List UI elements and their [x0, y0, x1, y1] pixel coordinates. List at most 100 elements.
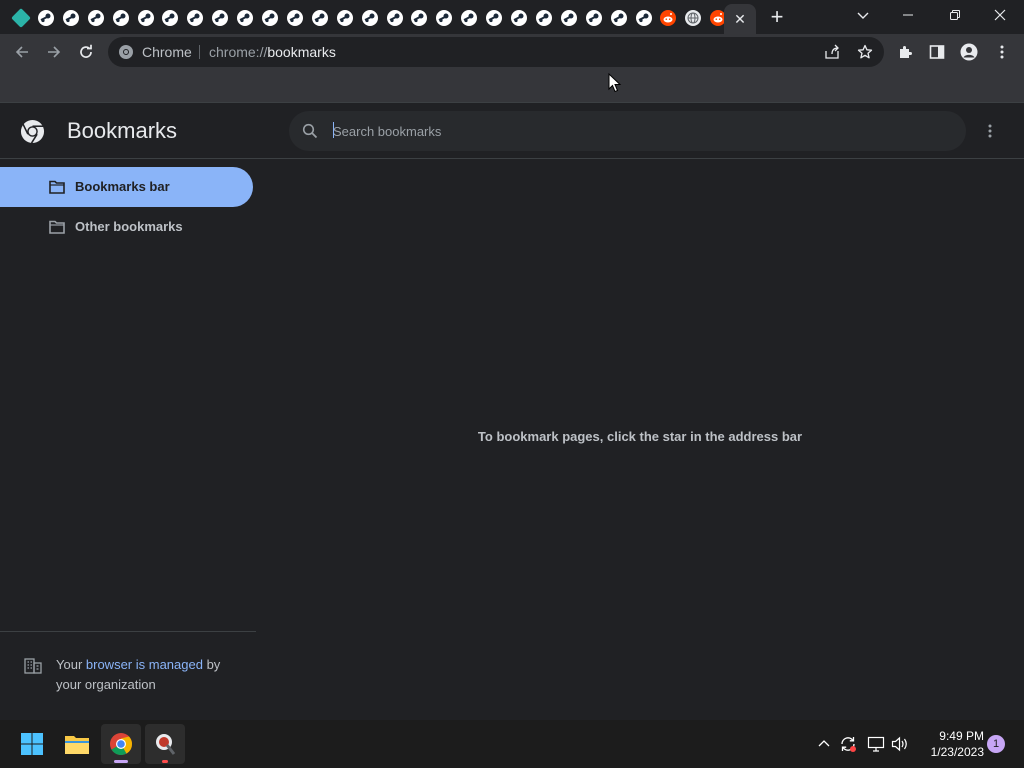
steam-icon [386, 10, 403, 26]
network-icon [867, 736, 885, 752]
browser-tab[interactable] [134, 6, 158, 30]
steam-icon [336, 10, 353, 26]
omnibox-divider [199, 45, 200, 59]
close-window-button[interactable] [978, 0, 1022, 30]
managed-prefix: Your [56, 657, 86, 672]
browser-managed-link[interactable]: browser is managed [86, 657, 203, 672]
folder-icon [65, 736, 89, 754]
chrome-site-icon [119, 45, 133, 59]
profile-icon [960, 43, 978, 61]
notification-badge[interactable]: 1 [987, 735, 1005, 753]
share-button[interactable] [824, 44, 840, 65]
restore-icon [950, 10, 960, 20]
browser-tab[interactable] [656, 6, 680, 30]
search-bookmarks[interactable] [289, 111, 966, 151]
chrome-icon [110, 733, 132, 755]
sidebar-item-label: Bookmarks bar [75, 179, 170, 194]
browser-tab[interactable] [59, 6, 83, 30]
omnibox-site-chip: Chrome [142, 44, 192, 60]
browser-tab[interactable] [383, 6, 407, 30]
volume-tray-button[interactable] [890, 734, 910, 754]
browser-tab[interactable] [84, 6, 108, 30]
browser-tab[interactable] [507, 6, 531, 30]
browser-tab[interactable] [183, 6, 207, 30]
folder-icon [49, 220, 65, 234]
back-button[interactable] [8, 38, 36, 66]
steam-icon [635, 10, 652, 26]
bookmark-star-button[interactable] [857, 44, 873, 65]
running-indicator [162, 760, 168, 763]
minimize-button[interactable] [886, 0, 930, 30]
screen: ✕ + Chrome chrome://bookmarks Bookmarks … [0, 0, 1024, 768]
steam-icon [511, 10, 527, 26]
active-tab[interactable]: ✕ [724, 4, 756, 34]
forward-button[interactable] [40, 38, 68, 66]
new-tab-button[interactable]: + [765, 5, 789, 29]
browser-tab[interactable] [607, 6, 631, 30]
kebab-menu-icon [1000, 45, 1004, 59]
browser-tab[interactable] [358, 6, 382, 30]
browser-toolbar: Chrome chrome://bookmarks [0, 34, 1024, 70]
browser-tab[interactable] [632, 6, 656, 30]
steam-icon [585, 10, 602, 26]
browser-tab[interactable] [308, 6, 332, 30]
sidebar-divider [0, 631, 256, 632]
chevron-up-icon [818, 740, 830, 747]
browser-tab[interactable] [557, 6, 581, 30]
organize-menu-button[interactable] [978, 119, 1002, 143]
search-input[interactable] [333, 121, 933, 141]
extensions-button[interactable] [892, 38, 920, 66]
browser-tab[interactable] [283, 6, 307, 30]
browser-tab[interactable] [582, 6, 606, 30]
browser-tab[interactable] [233, 6, 257, 30]
system-clock[interactable]: 9:49 PM 1/23/2023 [912, 728, 984, 760]
network-tray-button[interactable] [866, 734, 886, 754]
show-hidden-icons-button[interactable] [814, 734, 834, 754]
clock-time: 9:49 PM [939, 729, 984, 743]
browser-tab[interactable] [34, 6, 58, 30]
steam-icon [286, 10, 303, 26]
browser-tab[interactable] [258, 6, 282, 30]
browser-tab[interactable] [432, 6, 456, 30]
chrome-menu-button[interactable] [988, 38, 1016, 66]
file-explorer-button[interactable] [57, 724, 97, 764]
browser-tab[interactable] [9, 6, 33, 30]
managed-text: Your browser is managed by your organiza… [56, 655, 246, 695]
app-taskbar-button[interactable] [145, 724, 185, 764]
side-panel-button[interactable] [923, 38, 951, 66]
browser-tab[interactable] [457, 6, 481, 30]
steam-icon [87, 10, 104, 26]
sync-tray-button[interactable] [838, 734, 858, 754]
chrome-taskbar-button[interactable] [101, 724, 141, 764]
browser-tab[interactable] [681, 6, 705, 30]
page-header: Bookmarks [0, 103, 1024, 159]
browser-tab[interactable] [482, 6, 506, 30]
address-bar[interactable]: Chrome chrome://bookmarks [108, 37, 884, 67]
steam-icon [610, 10, 627, 26]
steam-icon [535, 10, 552, 26]
steam-icon [112, 10, 129, 26]
steam-icon [560, 10, 577, 26]
browser-tab[interactable] [109, 6, 133, 30]
browser-tab[interactable] [333, 6, 357, 30]
url-host: bookmarks [267, 44, 336, 60]
browser-tab[interactable] [532, 6, 556, 30]
reload-button[interactable] [72, 38, 100, 66]
close-tab-icon[interactable]: ✕ [734, 11, 746, 28]
sidebar-item-bookmarks-bar[interactable]: Bookmarks bar [0, 167, 253, 207]
omnibox-url[interactable]: chrome://bookmarks [209, 44, 336, 60]
browser-tab[interactable] [158, 6, 182, 30]
browser-tab[interactable] [208, 6, 232, 30]
profile-button[interactable] [955, 38, 983, 66]
reddit-icon [660, 10, 677, 26]
start-button[interactable] [12, 724, 52, 764]
reload-icon [80, 44, 92, 58]
steam-icon [187, 10, 204, 26]
tab-search-button[interactable] [841, 0, 885, 30]
sidebar-item-other-bookmarks[interactable]: Other bookmarks [0, 207, 253, 247]
restore-button[interactable] [933, 0, 977, 30]
steam-icon [411, 10, 428, 26]
plus-icon: + [770, 4, 784, 29]
browser-tab[interactable] [407, 6, 431, 30]
app-icon [156, 734, 176, 755]
